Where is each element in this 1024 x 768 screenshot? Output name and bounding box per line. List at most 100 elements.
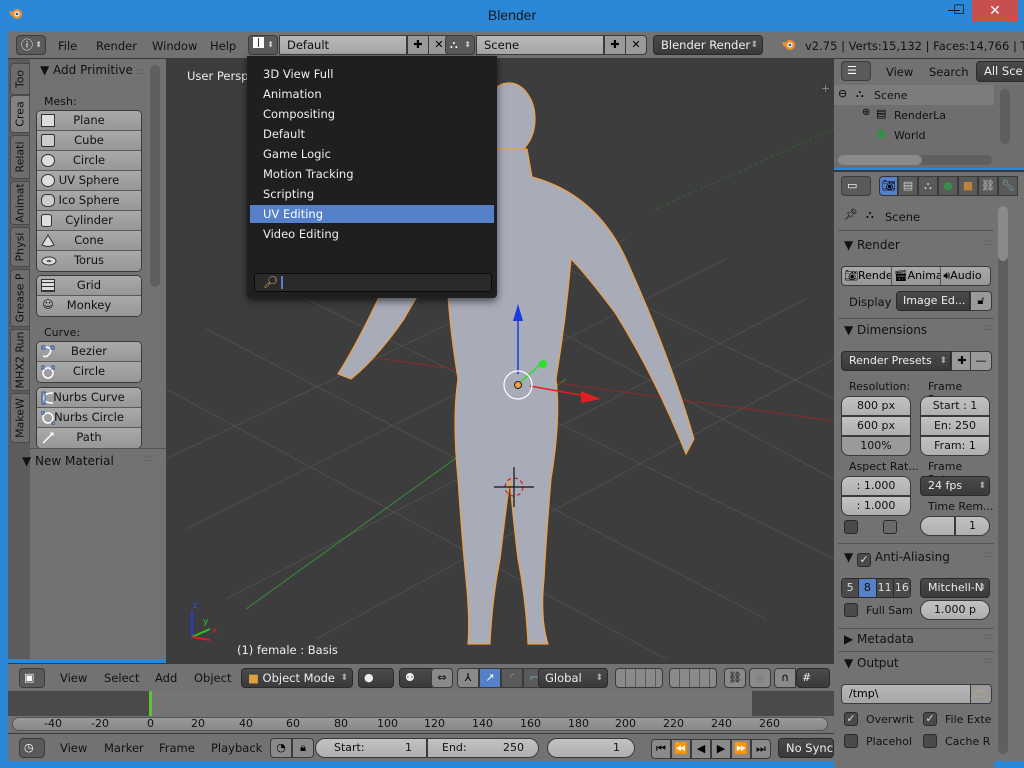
jump-end-button[interactable]: ⏭ [751, 739, 771, 759]
add-bezier-button[interactable]: Bezier [37, 342, 141, 362]
aspect-x-field[interactable]: : 1.000 [841, 476, 911, 496]
overwrite-checkbox[interactable]: ✓ [844, 712, 858, 726]
layers-group-2[interactable] [669, 668, 717, 688]
aspect-y-field[interactable]: : 1.000 [841, 496, 911, 516]
crop-checkbox[interactable] [883, 520, 897, 534]
add-primitive-panel-header[interactable]: ▼ Add Primitive :::: [40, 63, 144, 77]
add-cube-button[interactable]: Cube [37, 131, 141, 151]
render-engine-select[interactable]: Blender Render ⬍ [653, 35, 763, 55]
menu-window[interactable]: Window [152, 39, 197, 53]
add-screen-button[interactable]: ✚ [407, 35, 429, 55]
menu-object[interactable]: Object [194, 671, 231, 685]
anti-aliasing-panel-header[interactable]: ▼ ✓ Anti-Aliasing:::: [844, 550, 994, 567]
output-panel-header[interactable]: ▼ Output:::: [844, 656, 994, 670]
outliner-row-world[interactable]: ● World [834, 125, 994, 145]
time-remap-new-field[interactable]: 1 [955, 516, 990, 536]
manipulator-toggle[interactable]: ⇔ [431, 668, 453, 688]
pin-icon[interactable]: 📌︎ [844, 208, 858, 221]
time-remap-old-field[interactable] [920, 516, 955, 536]
output-path-field[interactable]: /tmp\ [841, 684, 971, 704]
screen-layout-field[interactable]: Default [279, 35, 407, 55]
add-ico-sphere-button[interactable]: Ico Sphere [37, 191, 141, 211]
play-button[interactable]: ▶ [711, 739, 731, 759]
editor-type-properties-button[interactable]: ▭ [841, 176, 871, 196]
menu-view[interactable]: View [60, 741, 87, 755]
interaction-mode-select[interactable]: ■ Object Mode ⬍ [241, 668, 353, 688]
layout-option-motion-tracking[interactable]: Motion Tracking [250, 165, 494, 183]
proportional-edit-button[interactable]: ◎ [749, 668, 771, 688]
aa-sample-11[interactable]: 11 [876, 579, 894, 597]
layout-option-game-logic[interactable]: Game Logic [250, 145, 494, 163]
viewport-shading-select[interactable]: ● [358, 668, 394, 688]
editor-type-3d-view-button[interactable]: ▣ [19, 668, 45, 688]
resolution-percentage-slider[interactable]: 100% [841, 436, 911, 456]
add-plane-button[interactable]: Plane [37, 111, 141, 131]
render-context-tab[interactable]: 📷︎ [879, 176, 898, 196]
snap-element-select[interactable]: # [796, 668, 830, 688]
expand-icon[interactable]: ⊕ [862, 107, 870, 118]
frame-end-field[interactable]: En: 250 [920, 416, 990, 436]
add-torus-button[interactable]: Torus [37, 251, 141, 271]
tab-grease-pencil[interactable]: Grease P [10, 269, 30, 327]
add-cone-button[interactable]: Cone [37, 231, 141, 251]
timeline-area[interactable] [8, 691, 834, 716]
layout-option-3d-view-full[interactable]: 3D View Full [250, 65, 494, 83]
resolution-x-field[interactable]: 800 px [841, 396, 911, 416]
remove-preset-button[interactable]: — [970, 351, 992, 371]
constraints-context-tab[interactable]: ⛓ [978, 176, 998, 196]
sync-mode-select[interactable]: No Sync [778, 738, 834, 758]
translate-manipulator-button[interactable]: ↗ [479, 668, 501, 688]
menu-help[interactable]: Help [210, 39, 236, 53]
cache-result-checkbox[interactable] [923, 734, 937, 748]
frame-step-field[interactable]: Fram: 1 [920, 436, 990, 456]
properties-scrollbar[interactable] [998, 206, 1008, 754]
start-frame-field[interactable]: Start: 1 [315, 738, 427, 758]
modifiers-context-tab[interactable]: 🔧︎ [998, 176, 1018, 196]
outliner-row-renderlayers[interactable]: ⊕ ▤ RenderLa [834, 105, 994, 125]
menu-marker[interactable]: Marker [104, 741, 144, 755]
current-frame-marker[interactable] [149, 691, 152, 716]
lock-layers-button[interactable]: ⛓ [724, 668, 746, 688]
editor-type-outliner-button[interactable]: ☰ [841, 61, 871, 81]
play-reverse-button[interactable]: ◀ [691, 739, 711, 759]
layout-option-compositing[interactable]: Compositing [250, 105, 494, 123]
aa-sample-16[interactable]: 16 [893, 579, 910, 597]
tab-animation[interactable]: Animat [10, 181, 30, 225]
delete-scene-button[interactable]: ✕ [625, 35, 647, 55]
add-scene-button[interactable]: ✚ [604, 35, 626, 55]
full-sample-checkbox[interactable] [844, 603, 858, 617]
layout-option-scripting[interactable]: Scripting [250, 185, 494, 203]
outliner-row-scene[interactable]: ⊖ ⛬ Scene [834, 85, 994, 105]
frame-start-field[interactable]: Start : 1 [920, 396, 990, 416]
display-mode-select[interactable]: Image Ed... [896, 291, 970, 311]
menu-select[interactable]: Select [104, 671, 139, 685]
dropdown-search-field[interactable]: 🔎︎ [254, 273, 492, 292]
aa-sample-5[interactable]: 5 [842, 579, 860, 597]
object-context-tab[interactable]: ■ [958, 176, 978, 196]
outliner-filter-select[interactable]: All Sce [976, 61, 1024, 82]
layout-option-video-editing[interactable]: Video Editing [250, 225, 494, 243]
render-presets-select[interactable]: Render Presets ⬍ [841, 351, 951, 371]
add-circle-button[interactable]: Circle [37, 151, 141, 171]
placeholders-checkbox[interactable] [844, 734, 858, 748]
frame-rate-select[interactable]: 24 fps ⬍ [920, 476, 990, 496]
new-material-panel-header[interactable]: ▼ New Material:::: [22, 454, 158, 468]
browse-folder-button[interactable]: 🗁 [970, 684, 992, 704]
end-frame-field[interactable]: End: 250 [427, 738, 539, 758]
render-animation-button[interactable]: 🎬︎Anima [892, 267, 942, 285]
lock-time-cursor-button[interactable]: 🔒︎ [292, 738, 314, 758]
close-button[interactable]: ✕ [972, 0, 1018, 22]
timeline-ruler[interactable]: -40 -20 0 20 40 60 80 100 120 140 160 18… [8, 716, 834, 733]
add-cylinder-button[interactable]: Cylinder [37, 211, 141, 231]
border-checkbox[interactable] [844, 520, 858, 534]
menu-view[interactable]: View [886, 65, 913, 79]
add-nurbs-curve-button[interactable]: Nurbs Curve [37, 388, 141, 408]
preview-range-button[interactable]: ◔ [270, 738, 292, 758]
file-extensions-checkbox[interactable]: ✓ [923, 712, 937, 726]
menu-view[interactable]: View [60, 671, 87, 685]
lock-interface-button[interactable]: 🔓︎ [970, 291, 992, 311]
menu-playback[interactable]: Playback [211, 741, 262, 755]
rotate-manipulator-button[interactable]: ◜ [501, 668, 523, 688]
dimensions-panel-header[interactable]: ▼ Dimensions:::: [844, 323, 994, 337]
add-grid-button[interactable]: Grid [37, 276, 141, 296]
